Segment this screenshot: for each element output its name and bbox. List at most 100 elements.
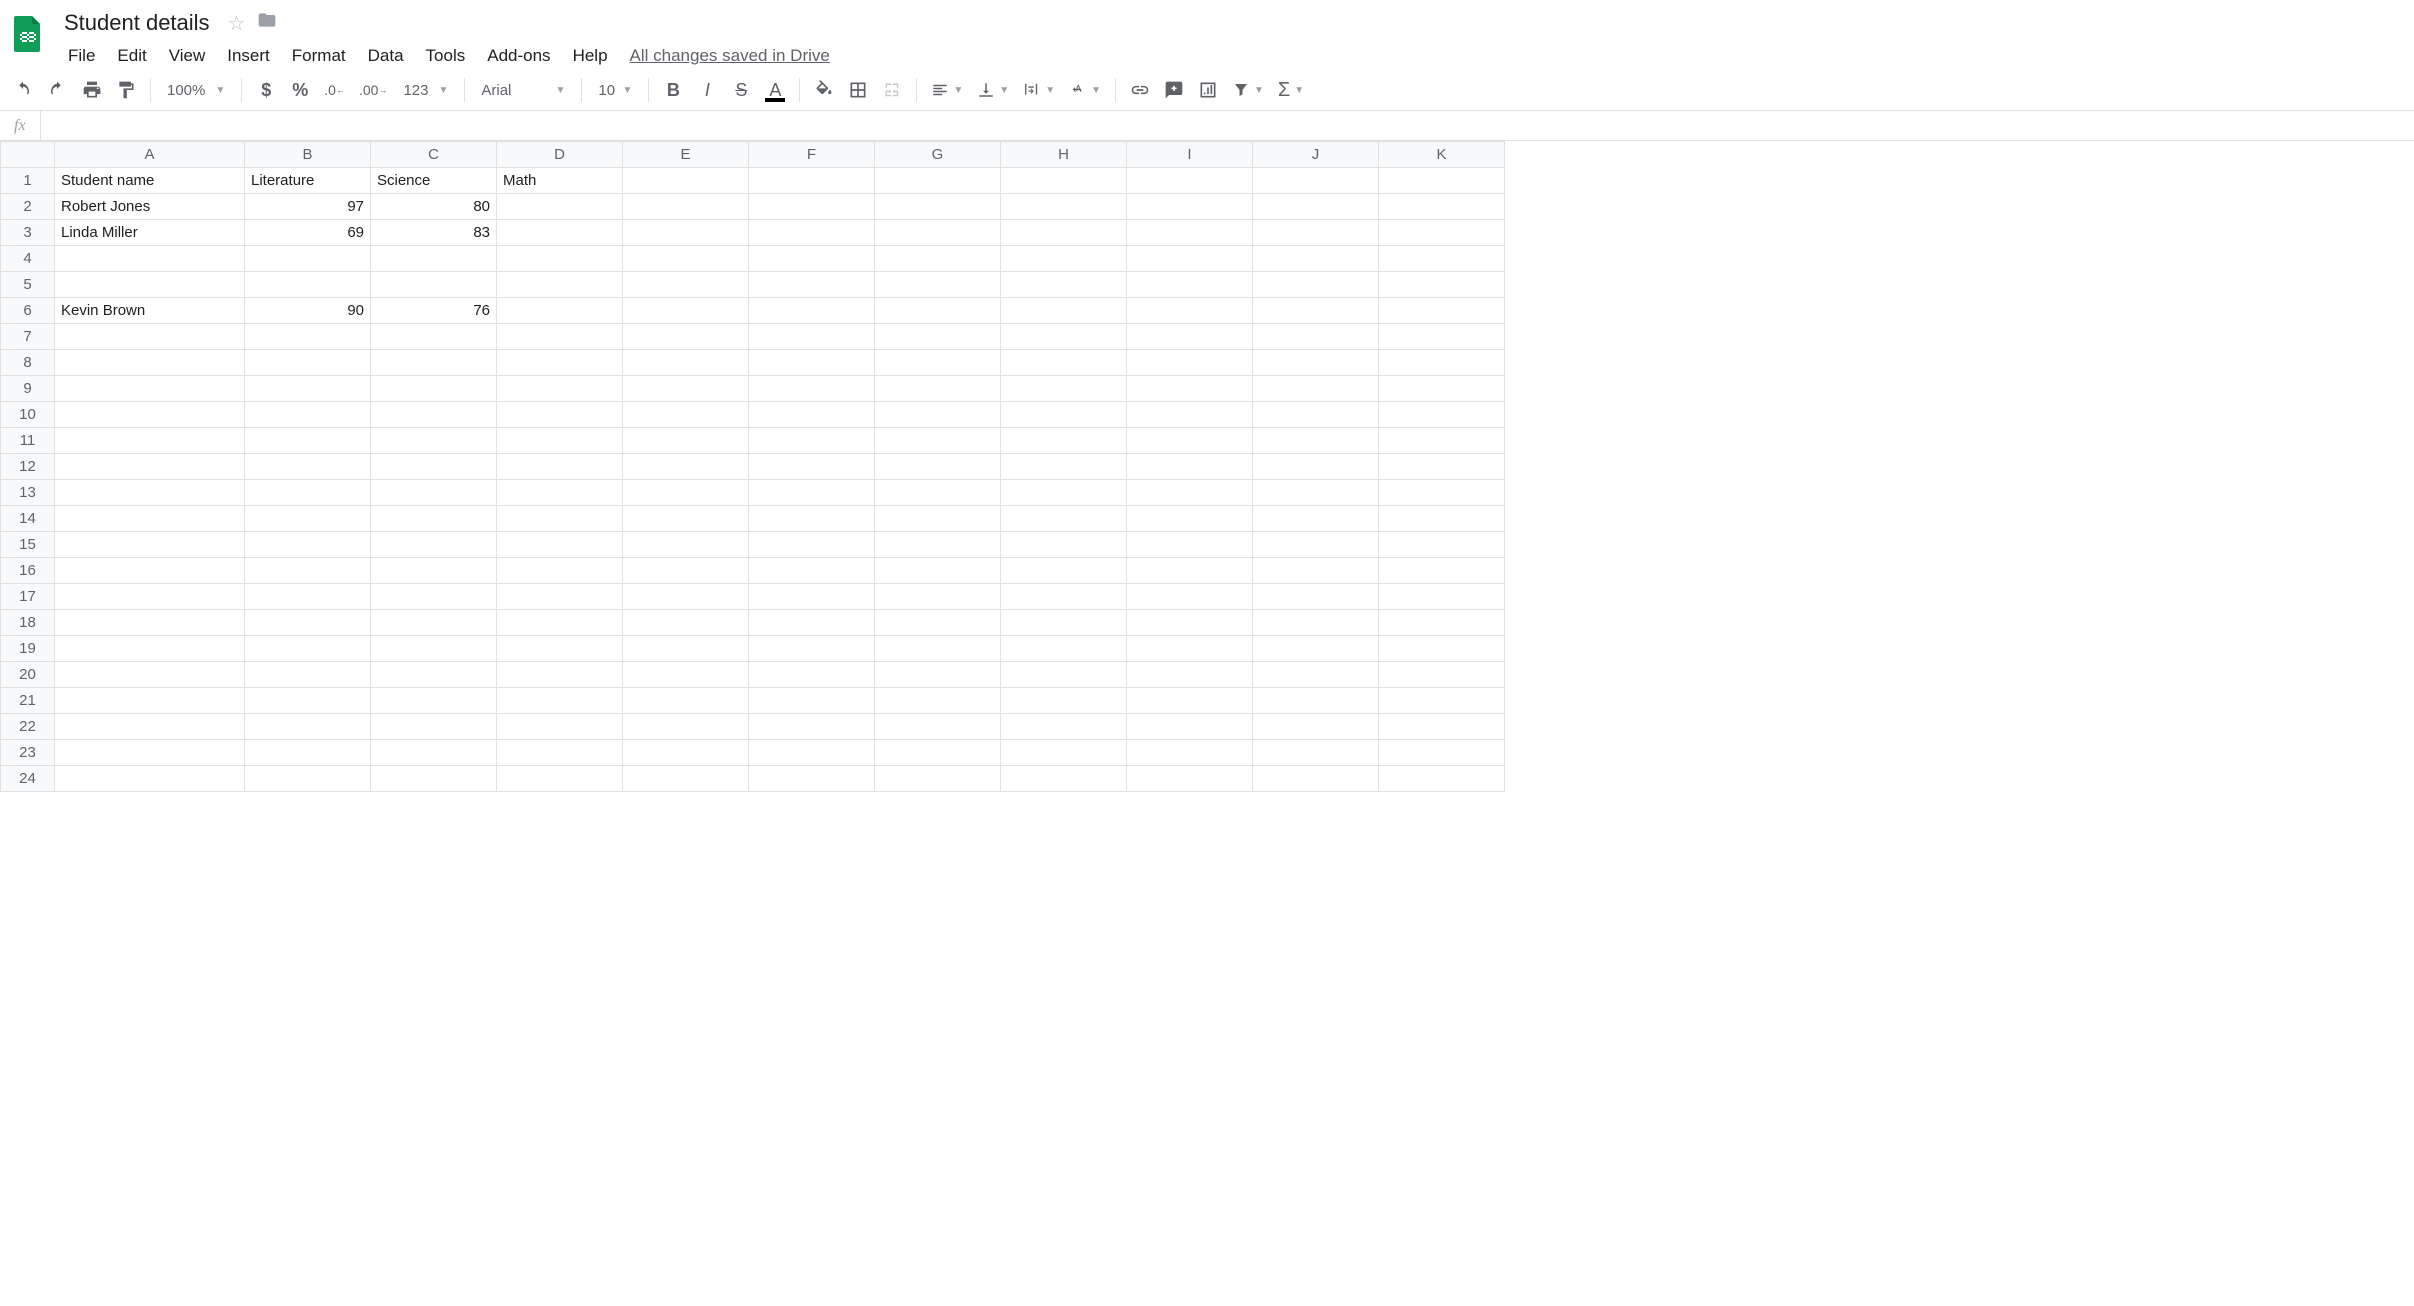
cell[interactable] [371, 610, 497, 636]
cell[interactable] [497, 506, 623, 532]
cell-A2[interactable]: Robert Jones [55, 194, 245, 220]
cell[interactable] [875, 168, 1001, 194]
cell[interactable] [1001, 558, 1127, 584]
cell[interactable] [55, 506, 245, 532]
row-header[interactable]: 11 [1, 428, 55, 454]
cell[interactable] [749, 480, 875, 506]
currency-button[interactable]: $ [250, 74, 282, 106]
cell[interactable] [1379, 532, 1505, 558]
cell[interactable] [245, 636, 371, 662]
cell[interactable] [1253, 506, 1379, 532]
cell[interactable] [1001, 584, 1127, 610]
cell[interactable] [497, 428, 623, 454]
cell[interactable] [371, 428, 497, 454]
cell[interactable] [1379, 324, 1505, 350]
cell[interactable] [1379, 662, 1505, 688]
cell[interactable] [245, 272, 371, 298]
cell[interactable] [875, 506, 1001, 532]
cell[interactable] [497, 298, 623, 324]
cell[interactable] [371, 454, 497, 480]
cell[interactable] [55, 480, 245, 506]
cell[interactable] [1127, 610, 1253, 636]
cell[interactable] [1001, 376, 1127, 402]
cell[interactable] [623, 428, 749, 454]
cell[interactable] [1001, 688, 1127, 714]
cell[interactable] [1001, 272, 1127, 298]
menu-addons[interactable]: Add-ons [477, 42, 560, 70]
increase-decimal-button[interactable]: .00→ [353, 74, 393, 106]
cell[interactable] [1253, 480, 1379, 506]
cell[interactable] [749, 246, 875, 272]
cell[interactable] [55, 636, 245, 662]
cell[interactable] [749, 298, 875, 324]
cell-A6[interactable]: Kevin Brown [55, 298, 245, 324]
cell[interactable] [1001, 506, 1127, 532]
cell[interactable] [875, 246, 1001, 272]
cell[interactable] [497, 766, 623, 792]
column-header[interactable]: D [497, 142, 623, 168]
cell[interactable] [1379, 766, 1505, 792]
cell[interactable] [245, 376, 371, 402]
cell[interactable] [245, 324, 371, 350]
cell[interactable] [1001, 636, 1127, 662]
cell[interactable] [1379, 168, 1505, 194]
cell[interactable] [1127, 688, 1253, 714]
cell[interactable] [875, 376, 1001, 402]
insert-link-button[interactable] [1124, 74, 1156, 106]
cell[interactable] [497, 688, 623, 714]
cell-C2[interactable]: 80 [371, 194, 497, 220]
menu-edit[interactable]: Edit [107, 42, 156, 70]
cell[interactable] [1001, 298, 1127, 324]
cell[interactable] [749, 168, 875, 194]
bold-button[interactable]: B [657, 74, 689, 106]
cell[interactable] [1127, 168, 1253, 194]
row-header[interactable]: 7 [1, 324, 55, 350]
cell[interactable] [497, 714, 623, 740]
row-header[interactable]: 9 [1, 376, 55, 402]
cell[interactable] [55, 246, 245, 272]
cell[interactable] [1253, 246, 1379, 272]
cell[interactable] [371, 558, 497, 584]
filter-button[interactable]: ▼ [1226, 74, 1270, 106]
cell[interactable] [1001, 610, 1127, 636]
cell[interactable] [1379, 636, 1505, 662]
column-header[interactable]: A [55, 142, 245, 168]
column-header[interactable]: B [245, 142, 371, 168]
cell[interactable] [245, 766, 371, 792]
cell[interactable] [371, 376, 497, 402]
italic-button[interactable]: I [691, 74, 723, 106]
cell[interactable] [55, 350, 245, 376]
cell[interactable] [1127, 454, 1253, 480]
cell[interactable] [55, 324, 245, 350]
cell[interactable] [1379, 376, 1505, 402]
row-header[interactable]: 10 [1, 402, 55, 428]
cell[interactable] [749, 610, 875, 636]
cell[interactable] [1001, 454, 1127, 480]
cell[interactable] [1253, 402, 1379, 428]
cell[interactable] [497, 220, 623, 246]
cell[interactable] [1379, 428, 1505, 454]
print-button[interactable] [76, 74, 108, 106]
save-status[interactable]: All changes saved in Drive [620, 42, 840, 70]
cell[interactable] [1253, 376, 1379, 402]
select-all-corner[interactable] [1, 142, 55, 168]
cell[interactable] [1001, 428, 1127, 454]
cell[interactable] [623, 532, 749, 558]
cell[interactable] [1379, 558, 1505, 584]
cell[interactable] [55, 532, 245, 558]
cell[interactable] [623, 246, 749, 272]
strikethrough-button[interactable]: S [725, 74, 757, 106]
cell[interactable] [1127, 428, 1253, 454]
cell[interactable] [1379, 298, 1505, 324]
cell[interactable] [1253, 194, 1379, 220]
cell[interactable] [1127, 740, 1253, 766]
cell[interactable] [875, 610, 1001, 636]
cell[interactable] [623, 168, 749, 194]
cell[interactable] [1379, 480, 1505, 506]
cell[interactable] [1379, 714, 1505, 740]
cell[interactable] [1253, 454, 1379, 480]
row-header[interactable]: 2 [1, 194, 55, 220]
column-header[interactable]: C [371, 142, 497, 168]
cell[interactable] [1001, 246, 1127, 272]
cell[interactable] [749, 272, 875, 298]
